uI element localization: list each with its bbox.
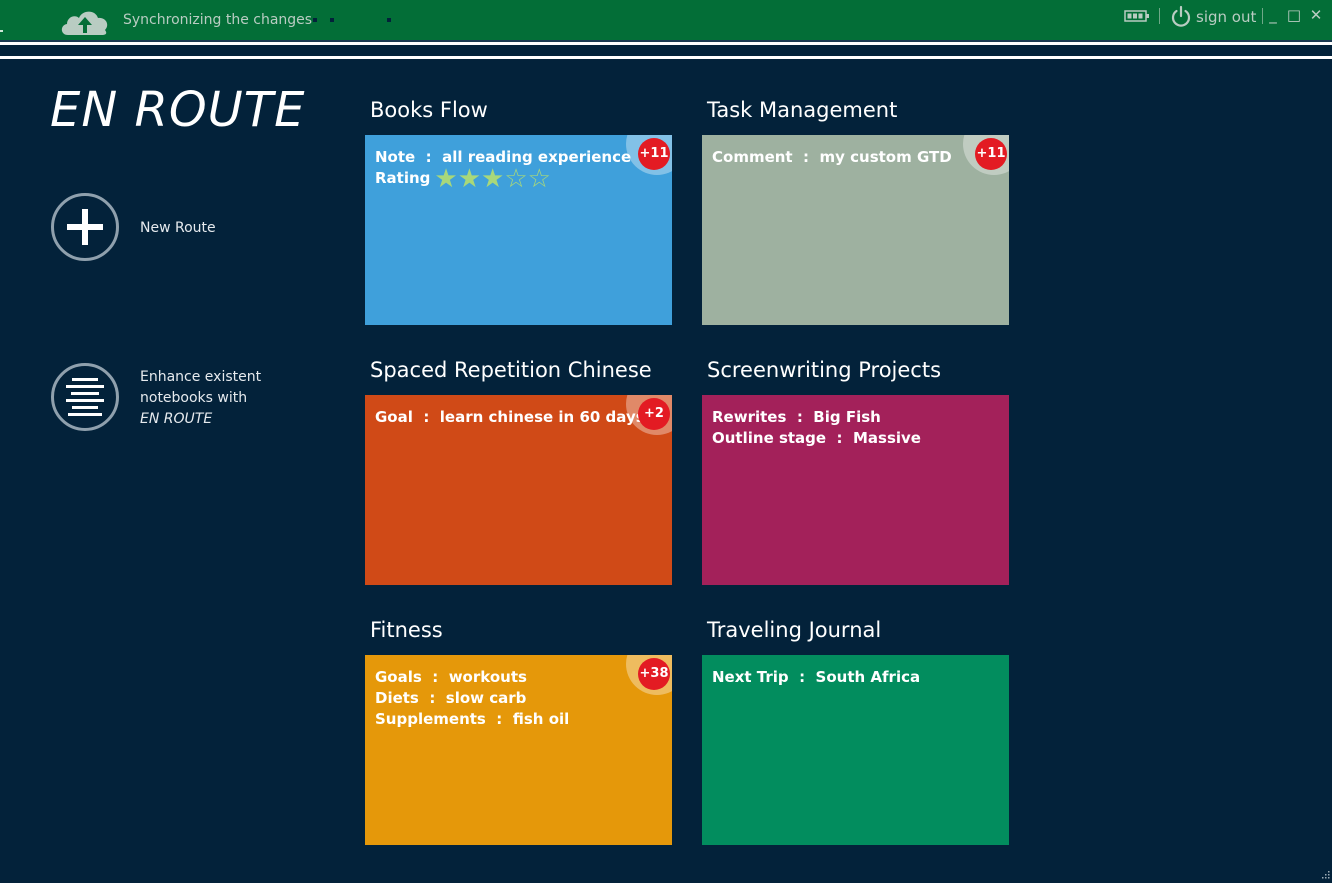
- align-center-icon: [66, 399, 104, 402]
- resize-grip-icon[interactable]: [1318, 869, 1330, 881]
- close-button[interactable]: ✕: [1306, 4, 1326, 26]
- route-field-label: Rating: [375, 169, 431, 187]
- title-bar: Synchronizing the changes sign out _ □ ✕: [0, 0, 1332, 40]
- route-field-value: Massive: [852, 429, 921, 447]
- star-empty-icon[interactable]: ☆: [528, 166, 551, 192]
- sync-progress-dot: [387, 18, 391, 22]
- enhance-label-line: EN ROUTE: [140, 411, 213, 427]
- route-field-label: Note: [375, 148, 416, 166]
- route-field-label: Goal: [375, 408, 413, 426]
- route-tile[interactable]: Note : all reading experience Rating ★★★☆☆…: [365, 135, 672, 325]
- route-tile[interactable]: Goal : learn chinese in 60 days +2: [365, 395, 672, 585]
- header-divider: [0, 56, 1332, 59]
- enhance-notebooks-label[interactable]: Enhance existent notebooks with EN ROUTE: [140, 367, 261, 430]
- sync-progress-dot: [313, 18, 317, 22]
- route-field-label: Outline stage: [712, 429, 827, 447]
- rating-stars[interactable]: ★★★☆☆: [434, 166, 551, 193]
- maximize-button[interactable]: □: [1284, 4, 1304, 26]
- align-center-icon: [72, 406, 98, 409]
- cloud-upload-icon: [61, 11, 108, 35]
- route-field: Next Trip : South Africa: [712, 667, 920, 688]
- minimize-button[interactable]: _: [1263, 4, 1283, 26]
- plus-icon: [82, 209, 88, 245]
- route-title: Books Flow: [370, 98, 488, 122]
- route-fields: Comment : my custom GTD: [712, 147, 952, 168]
- route-field-separator: :: [418, 689, 446, 707]
- route-field: Supplements : fish oil: [375, 709, 569, 730]
- route-field-separator: :: [792, 148, 820, 166]
- route-title: Screenwriting Projects: [707, 358, 942, 382]
- route-field-label: Diets: [375, 689, 419, 707]
- route-fields: Next Trip : South Africa: [712, 667, 920, 688]
- route-field-label: Next Trip: [712, 668, 789, 686]
- sync-progress-dot: [330, 18, 334, 22]
- update-count-badge[interactable]: +38: [638, 658, 670, 690]
- route-fields: Rewrites : Big Fish Outline stage : Massi…: [712, 407, 921, 449]
- route-field: Outline stage : Massive: [712, 428, 921, 449]
- update-count-badge[interactable]: +2: [638, 398, 670, 430]
- title-bar-edge: [0, 30, 3, 32]
- route-field: Rating ★★★☆☆: [375, 166, 631, 193]
- app-title: EN ROUTE: [50, 82, 306, 138]
- route-field-value: my custom GTD: [819, 148, 952, 166]
- route-field-value: slow carb: [445, 689, 527, 707]
- align-center-icon: [68, 413, 102, 416]
- route-field-label: Comment: [712, 148, 793, 166]
- route-title: Fitness: [370, 618, 443, 642]
- route-field: Rewrites : Big Fish: [712, 407, 921, 428]
- route-field: Comment : my custom GTD: [712, 147, 952, 168]
- route-field-separator: :: [786, 408, 814, 426]
- star-filled-icon[interactable]: ★: [458, 166, 481, 192]
- star-empty-icon[interactable]: ☆: [504, 166, 527, 192]
- route-field: Diets : slow carb: [375, 688, 569, 709]
- star-filled-icon[interactable]: ★: [434, 166, 457, 192]
- new-route-button[interactable]: [51, 193, 119, 261]
- enhance-label-line: notebooks with: [140, 390, 248, 406]
- route-fields: Goal : learn chinese in 60 days: [375, 407, 645, 428]
- route-field-value: workouts: [448, 668, 527, 686]
- route-field-separator: :: [826, 429, 853, 447]
- update-count-badge[interactable]: +11: [975, 138, 1007, 170]
- header-divider: [0, 42, 1332, 45]
- route-field: Goal : learn chinese in 60 days: [375, 407, 645, 428]
- route-field-value: Big Fish: [813, 408, 881, 426]
- star-filled-icon[interactable]: ★: [481, 166, 504, 192]
- route-field-separator: :: [412, 408, 440, 426]
- route-title: Task Management: [707, 98, 898, 122]
- update-count-badge[interactable]: +11: [638, 138, 670, 170]
- new-route-label[interactable]: New Route: [140, 218, 216, 239]
- route-field-separator: :: [421, 668, 449, 686]
- sign-out-link[interactable]: sign out: [1196, 8, 1256, 26]
- battery-icon: [1124, 10, 1149, 22]
- align-center-icon: [66, 385, 104, 388]
- route-tile[interactable]: Rewrites : Big Fish Outline stage : Massi…: [702, 395, 1009, 585]
- route-title: Spaced Repetition Chinese: [370, 358, 652, 382]
- align-center-icon: [71, 392, 99, 395]
- enhance-notebooks-button[interactable]: [51, 363, 119, 431]
- route-field-separator: :: [788, 668, 816, 686]
- route-tile[interactable]: Next Trip : South Africa: [702, 655, 1009, 845]
- sync-status-text: Synchronizing the changes: [123, 12, 313, 28]
- route-fields: Note : all reading experience Rating ★★★☆☆: [375, 147, 631, 193]
- route-field-label: Supplements: [375, 710, 486, 728]
- route-field-value: South Africa: [815, 668, 921, 686]
- enhance-label-line: Enhance existent: [140, 369, 262, 385]
- route-tile[interactable]: Comment : my custom GTD +11: [702, 135, 1009, 325]
- route-field-value: fish oil: [512, 710, 570, 728]
- route-title: Traveling Journal: [707, 618, 882, 642]
- route-field-value: learn chinese in 60 days: [439, 408, 645, 426]
- route-tile[interactable]: Goals : workouts Diets : slow carb Supplem…: [365, 655, 672, 845]
- route-field-label: Rewrites: [712, 408, 787, 426]
- route-field: Goals : workouts: [375, 667, 569, 688]
- titlebar-separator: [1159, 8, 1160, 24]
- route-fields: Goals : workouts Diets : slow carb Supplem…: [375, 667, 569, 730]
- power-icon[interactable]: [1170, 5, 1192, 27]
- route-field-separator: :: [485, 710, 513, 728]
- align-center-icon: [72, 378, 98, 381]
- route-field-label: Goals: [375, 668, 422, 686]
